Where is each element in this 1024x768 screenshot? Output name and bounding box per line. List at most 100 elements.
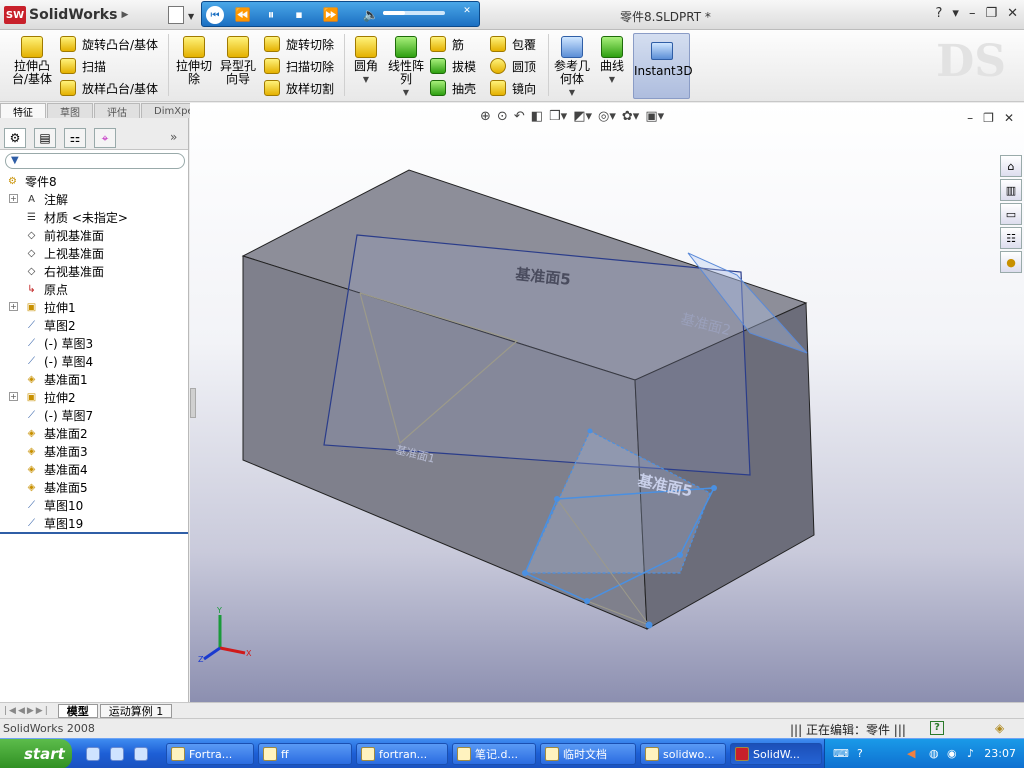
task-fortran-2[interactable]: fortran... [356,743,448,765]
minimize-icon[interactable]: – [969,6,976,21]
tab-sketch[interactable]: 草图 [47,103,93,119]
media-close-icon[interactable]: ✕ [458,2,476,20]
volume-icon[interactable]: ♪ [967,747,974,760]
expand-icon[interactable]: + [9,302,18,311]
tree-item[interactable]: + A 注解 [0,190,188,208]
restore-icon[interactable]: ❐ [985,6,997,21]
tab-evaluate[interactable]: 评估 [94,103,140,119]
linear-pattern-button[interactable]: 线性阵列 ▼ [386,36,426,99]
dimxpert-tab-icon[interactable]: ⌖ [94,128,116,148]
chevron-down-icon[interactable]: ▼ [386,86,426,99]
help-icon[interactable]: ? [930,721,944,735]
tree-item[interactable]: ⟋ 草图10 [0,496,188,514]
quicklaunch-icon[interactable] [110,747,124,761]
help-icon[interactable]: ? [857,747,863,760]
instant3d-button[interactable]: Instant3D [633,33,693,99]
tray-app-icon[interactable]: ◀ [907,747,915,760]
tree-item[interactable]: ☰ 材质 <未指定> [0,208,188,226]
tree-item[interactable]: ⟋ 草图19 [0,514,188,532]
keyboard-icon[interactable]: ⌨ [833,747,849,760]
tree-item[interactable]: ◈ 基准面5 [0,478,188,496]
swept-boss-button[interactable]: 扫描 [60,56,106,76]
configuration-tab-icon[interactable]: ⚏ [64,128,86,148]
task-temp-doc[interactable]: 临时文档 [540,743,636,765]
rib-button[interactable]: 筋 [430,34,464,54]
tree-item[interactable]: ↳ 原点 [0,280,188,298]
tree-item[interactable]: ◇ 上视基准面 [0,244,188,262]
quicklaunch-icon[interactable] [86,747,100,761]
lofted-boss-button[interactable]: 放样凸台/基体 [60,78,158,98]
extruded-cut-button[interactable]: 拉伸切除 [174,36,214,86]
help-icon[interactable]: ? [936,6,943,21]
property-manager-tab-icon[interactable]: ▤ [34,128,56,148]
tree-item[interactable]: ◈ 基准面2 [0,424,188,442]
reference-geometry-button[interactable]: 参考几何体 ▼ [552,36,592,99]
graphics-area[interactable]: ⊕ ⊙ ↶ ◧ ❒▾ ◩▾ ◎▾ ✿▾ ▣▾ – ❐ ✕ 基准面5 基准面2 基… [190,103,1024,702]
tab-scroll-icon[interactable]: |◀◀▶▶| [4,706,50,716]
volume-icon[interactable]: 🔈 [362,6,380,24]
task-fortran-1[interactable]: Fortra... [166,743,254,765]
tree-item[interactable]: ◈ 基准面1 [0,370,188,388]
chevron-down-icon[interactable]: ▼ [350,73,382,86]
home-icon[interactable]: ⌂ [1000,155,1022,177]
rewind-icon[interactable]: ⏪ [234,6,252,24]
task-solidworks-folder[interactable]: solidwo... [640,743,726,765]
model-view[interactable]: 基准面5 基准面2 基准面5 基准面1 Y X Z [190,103,1024,702]
filter-input[interactable]: ▼ [5,153,185,169]
close-icon[interactable]: ✕ [1007,6,1018,21]
shell-button[interactable]: 抽壳 [430,78,476,98]
task-ff[interactable]: ff [258,743,352,765]
tree-item[interactable]: ◈ 基准面4 [0,460,188,478]
expand-panel-icon[interactable]: » [170,130,177,144]
tree-item[interactable]: ◇ 右视基准面 [0,262,188,280]
tree-root-part[interactable]: ⚙ 零件8 [0,172,188,190]
chevron-down-icon[interactable]: ▼ [188,12,194,21]
dome-button[interactable]: 圆顶 [490,56,536,76]
hole-wizard-button[interactable]: 异型孔向导 [218,36,258,86]
fillet-button[interactable]: 圆角 ▼ [350,36,382,86]
volume-slider[interactable] [383,11,445,15]
extruded-boss-button[interactable]: 拉伸凸台/基体 [8,36,56,86]
mirror-button[interactable]: 镜向 [490,78,536,98]
task-notes[interactable]: 笔记.d... [452,743,536,765]
revolved-cut-button[interactable]: 旋转切除 [264,34,334,54]
tray-app-icon[interactable]: ◍ [929,747,939,760]
wrap-button[interactable]: 包覆 [490,34,536,54]
file-explorer-icon[interactable]: ▭ [1000,203,1022,225]
lofted-cut-button[interactable]: 放样切割 [264,78,334,98]
expand-icon[interactable]: + [9,392,18,401]
start-button[interactable]: start [0,739,72,768]
tree-item[interactable]: ⟋ 草图2 [0,316,188,334]
stop-icon[interactable]: ⏹ [290,6,308,24]
draft-button[interactable]: 拔模 [430,56,476,76]
revolved-boss-button[interactable]: 旋转凸台/基体 [60,34,158,54]
tree-item[interactable]: ⟋ (-) 草图7 [0,406,188,424]
tag-icon[interactable]: ◈ [995,721,1004,735]
chevron-down-icon[interactable]: ▾ [952,6,959,21]
tab-features[interactable]: 特征 [0,103,46,119]
tree-item[interactable]: ⟋ (-) 草图4 [0,352,188,370]
view-palette-icon[interactable]: ☷ [1000,227,1022,249]
design-library-icon[interactable]: ▥ [1000,179,1022,201]
pause-icon[interactable]: ⏸ [262,6,280,24]
tab-motion-study[interactable]: 运动算例 1 [99,703,173,718]
tree-item[interactable]: + ▣ 拉伸2 [0,388,188,406]
tree-item[interactable]: ⟋ (-) 草图3 [0,334,188,352]
fast-forward-icon[interactable]: ⏩ [322,6,340,24]
app-logo-menu[interactable]: SW SolidWorks ▶ [4,5,128,25]
tree-item[interactable]: + ▣ 拉伸1 [0,298,188,316]
tree-item[interactable]: ◇ 前视基准面 [0,226,188,244]
feature-tree-tab-icon[interactable]: ⚙ [4,128,26,148]
new-document-icon[interactable] [168,6,184,24]
quicklaunch-icon[interactable] [134,747,148,761]
task-solidworks-app[interactable]: SolidW... [730,743,822,765]
appearances-icon[interactable]: ● [1000,251,1022,273]
tray-app-icon[interactable]: ◉ [947,747,957,760]
chevron-down-icon[interactable]: ▼ [596,73,628,86]
curves-button[interactable]: 曲线 ▼ [596,36,628,86]
media-back-icon[interactable]: ⏮ [206,6,224,24]
tree-item[interactable]: ◈ 基准面3 [0,442,188,460]
expand-icon[interactable]: + [9,194,18,203]
rollback-bar[interactable] [0,532,188,534]
swept-cut-button[interactable]: 扫描切除 [264,56,334,76]
